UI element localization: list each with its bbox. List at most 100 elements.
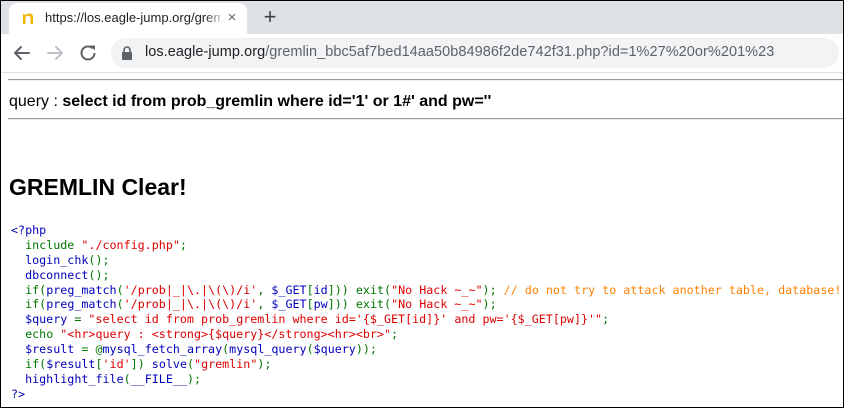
browser-toolbar: los.eagle-jump.org/gremlin_bbc5af7bed14a… — [1, 34, 843, 73]
code-token: "No Hack ~_~" — [391, 282, 483, 297]
url-text[interactable]: los.eagle-jump.org/gremlin_bbc5af7bed14a… — [145, 44, 774, 62]
arrow-right-icon[interactable] — [44, 42, 66, 64]
code-token: (); — [88, 252, 110, 267]
code-line: if($result['id']) solve("gremlin"); — [11, 357, 841, 372]
code-token: ]) — [130, 357, 152, 372]
url-domain: los.eagle-jump.org — [145, 44, 266, 60]
code-token: ?> — [11, 386, 26, 401]
code-token: echo — [25, 327, 61, 342]
code-token: [ — [306, 282, 314, 297]
code-token: "gremlin" — [194, 357, 258, 372]
tab-title-fade — [205, 7, 225, 29]
code-token: // do not try to attack another table, d… — [503, 282, 842, 297]
code-line: login_chk(); — [11, 253, 841, 268]
code-token: __FILE__ — [130, 371, 187, 386]
bottom-divider — [8, 118, 843, 120]
code-token: "select id from prob_gremlin where id='{… — [88, 312, 603, 327]
code-token: $result — [46, 357, 96, 372]
code-token: ); — [186, 371, 202, 386]
code-token: preg_match — [46, 282, 117, 297]
code-token: if( — [25, 357, 47, 372]
code-token: <?php — [11, 223, 47, 237]
code-line: ?> — [11, 387, 841, 402]
code-line: highlight_file(__FILE__); — [11, 372, 841, 387]
code-line: $result = @mysql_fetch_array (mysql_query… — [11, 342, 841, 357]
code-line: <?php — [11, 223, 841, 238]
code-token: login_chk — [11, 252, 89, 267]
top-divider — [8, 79, 843, 81]
code-token: mysql_query — [229, 342, 307, 357]
code-token: solve — [151, 357, 187, 372]
new-tab-icon[interactable]: + — [259, 5, 281, 29]
tab-close-icon[interactable]: × — [225, 10, 239, 25]
code-token: [ — [95, 357, 103, 372]
code-token: '/prob|_|\.|\(\)/i' — [123, 282, 258, 297]
query-sql: select id from prob_gremlin where id='1'… — [62, 93, 492, 110]
code-token: ( — [123, 371, 131, 386]
code-token: "<hr>query : <strong>{$query}</strong><h… — [60, 327, 391, 342]
code-token: mysql_fetch_array — [102, 342, 223, 357]
code-token: include — [25, 237, 82, 252]
code-token: )); — [355, 342, 377, 357]
tab-strip: https://los.eagle-jump.org/gremlin_bbc5a… — [1, 1, 843, 34]
browser-tab[interactable]: https://los.eagle-jump.org/gremlin_bbc5a… — [9, 3, 247, 34]
code-token: ( — [116, 282, 124, 297]
code-token: highlight_file — [11, 371, 124, 386]
code-line: if(preg_match('/prob|_|\.|\(\)/i', $_GET… — [11, 297, 841, 312]
code-token: $query — [11, 312, 75, 327]
query-line: query : select id from prob_gremlin wher… — [9, 93, 491, 111]
browser-window: https://los.eagle-jump.org/gremlin_bbc5a… — [1, 1, 843, 407]
code-token: 'id' — [102, 357, 131, 372]
arrow-left-icon[interactable] — [11, 42, 33, 64]
code-token: ); — [257, 357, 272, 372]
code-token: ); — [482, 282, 504, 297]
code-token: "./config.php" — [81, 237, 180, 252]
reload-icon[interactable] — [77, 42, 99, 64]
code-token: ( — [306, 342, 314, 357]
query-label: query : — [9, 93, 63, 110]
source-code-block: <?php include "./config.php"; login_chk(… — [11, 223, 841, 402]
code-token: ( — [186, 357, 195, 372]
code-token: $result — [11, 342, 82, 357]
n-favicon-icon — [23, 13, 33, 24]
page-content: query : select id from prob_gremlin wher… — [1, 73, 843, 407]
code-token: = @ — [81, 342, 103, 357]
code-token: , — [257, 297, 272, 312]
code-token: ( — [116, 297, 124, 312]
code-token: '/prob|_|\.|\(\)/i' — [123, 297, 258, 312]
code-token: $_GET — [271, 282, 307, 297]
code-token: dbconnect — [11, 267, 89, 282]
code-token: pw — [313, 297, 328, 312]
address-bar[interactable]: los.eagle-jump.org/gremlin_bbc5af7bed14a… — [111, 38, 839, 68]
code-token: ; — [179, 237, 187, 252]
code-token: ])) exit( — [327, 297, 392, 312]
code-line: dbconnect(); — [11, 268, 841, 283]
clear-heading: GREMLIN Clear! — [9, 174, 187, 200]
code-line: if(preg_match('/prob|_|\.|\(\)/i', $_GET… — [11, 283, 841, 298]
code-token: = — [74, 312, 89, 327]
code-token: ); — [482, 297, 497, 312]
code-token: if( — [25, 297, 47, 312]
code-token: preg_match — [46, 297, 117, 312]
code-token: ; — [602, 312, 610, 327]
lock-icon[interactable] — [121, 46, 133, 60]
code-line: $query = "select id from prob_gremlin wh… — [11, 312, 841, 327]
code-token: $_GET — [271, 297, 307, 312]
code-token: [ — [306, 297, 314, 312]
code-token: ])) exit( — [327, 282, 392, 297]
code-token: if( — [25, 282, 47, 297]
url-path: /gremlin_bbc5af7bed14aa50b84986f2de742f3… — [265, 44, 775, 60]
code-token: "No Hack ~_~" — [391, 297, 483, 312]
code-token: ; — [390, 327, 399, 342]
code-line: include "./config.php"; — [11, 238, 841, 253]
code-token: , — [257, 282, 272, 297]
code-token: id — [313, 282, 328, 297]
code-token: $query — [313, 342, 356, 357]
tab-title: https://los.eagle-jump.org/gremlin_bbc5a… — [45, 10, 221, 25]
code-token: (); — [88, 267, 110, 282]
code-line: echo "<hr>query : <strong>{$query}</stro… — [11, 327, 841, 342]
